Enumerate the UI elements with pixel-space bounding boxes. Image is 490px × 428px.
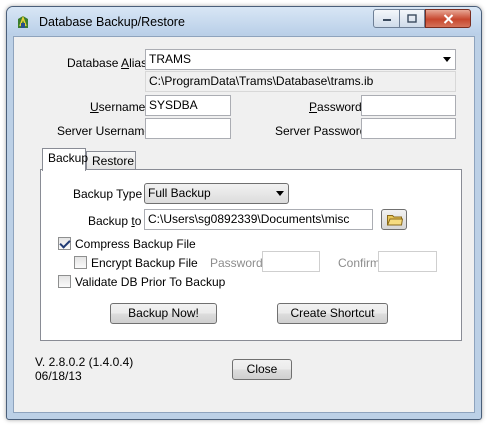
backup-type-select[interactable]: Full Backup bbox=[144, 183, 289, 204]
minimize-icon bbox=[382, 18, 391, 21]
backup-to-label: Backup to bbox=[88, 214, 142, 228]
server-username-label: Server Username bbox=[57, 124, 152, 138]
database-alias-label: Database Alias bbox=[67, 56, 148, 70]
username-label: Username bbox=[90, 100, 146, 114]
folder-icon bbox=[387, 215, 403, 226]
window-title: Database Backup/Restore bbox=[39, 15, 185, 29]
database-alias-select[interactable]: TRAMS bbox=[145, 49, 456, 70]
backup-restore-window: Database Backup/Restore Database Alias T… bbox=[6, 6, 482, 420]
encrypt-backup-checkbox[interactable] bbox=[74, 256, 87, 269]
compress-backup-checkbox[interactable] bbox=[58, 237, 71, 250]
validate-db-label: Validate DB Prior To Backup bbox=[75, 275, 226, 289]
close-window-button[interactable] bbox=[425, 9, 471, 28]
backup-type-label: Backup Type bbox=[73, 187, 143, 201]
database-path-field: C:\ProgramData\Trams\Database\trams.ib bbox=[145, 71, 456, 92]
chevron-down-icon bbox=[276, 191, 284, 196]
encrypt-confirm-label: Confirm bbox=[338, 256, 381, 270]
database-alias-value: TRAMS bbox=[149, 52, 191, 66]
backup-type-value: Full Backup bbox=[148, 186, 211, 200]
chevron-down-icon bbox=[443, 57, 451, 62]
server-password-label: Server Password bbox=[275, 124, 367, 138]
tab-restore[interactable]: Restore bbox=[86, 151, 136, 171]
encrypt-confirm-input[interactable] bbox=[378, 251, 437, 272]
tab-backup[interactable]: Backup bbox=[42, 148, 88, 171]
maximize-button[interactable] bbox=[399, 9, 425, 28]
close-button[interactable]: Close bbox=[232, 359, 292, 380]
encrypt-password-input[interactable] bbox=[262, 251, 320, 272]
build-date-text: 06/18/13 bbox=[35, 369, 82, 383]
username-input[interactable]: SYSDBA bbox=[145, 95, 231, 116]
backup-now-button[interactable]: Backup Now! bbox=[110, 303, 217, 324]
version-text: V. 2.8.0.2 (1.4.0.4) bbox=[35, 355, 134, 369]
password-input[interactable] bbox=[361, 95, 456, 116]
encrypt-backup-label: Encrypt Backup File bbox=[91, 256, 198, 270]
maximize-icon bbox=[407, 14, 417, 23]
dialog-client: Database Alias TRAMS C:\ProgramData\Tram… bbox=[13, 36, 475, 413]
password-label: Password bbox=[309, 100, 362, 114]
browse-folder-button[interactable] bbox=[381, 209, 407, 230]
title-bar[interactable]: Database Backup/Restore bbox=[7, 7, 481, 35]
server-username-input[interactable] bbox=[145, 118, 231, 139]
app-icon bbox=[15, 14, 31, 30]
validate-db-checkbox[interactable] bbox=[58, 275, 71, 288]
backup-to-input[interactable]: C:\Users\sg0892339\Documents\misc bbox=[144, 209, 373, 230]
create-shortcut-button[interactable]: Create Shortcut bbox=[277, 303, 388, 324]
minimize-button[interactable] bbox=[373, 9, 400, 28]
compress-backup-label: Compress Backup File bbox=[75, 237, 196, 251]
server-password-input[interactable] bbox=[361, 118, 456, 139]
encrypt-password-label: Password bbox=[210, 256, 263, 270]
close-icon bbox=[443, 13, 453, 24]
